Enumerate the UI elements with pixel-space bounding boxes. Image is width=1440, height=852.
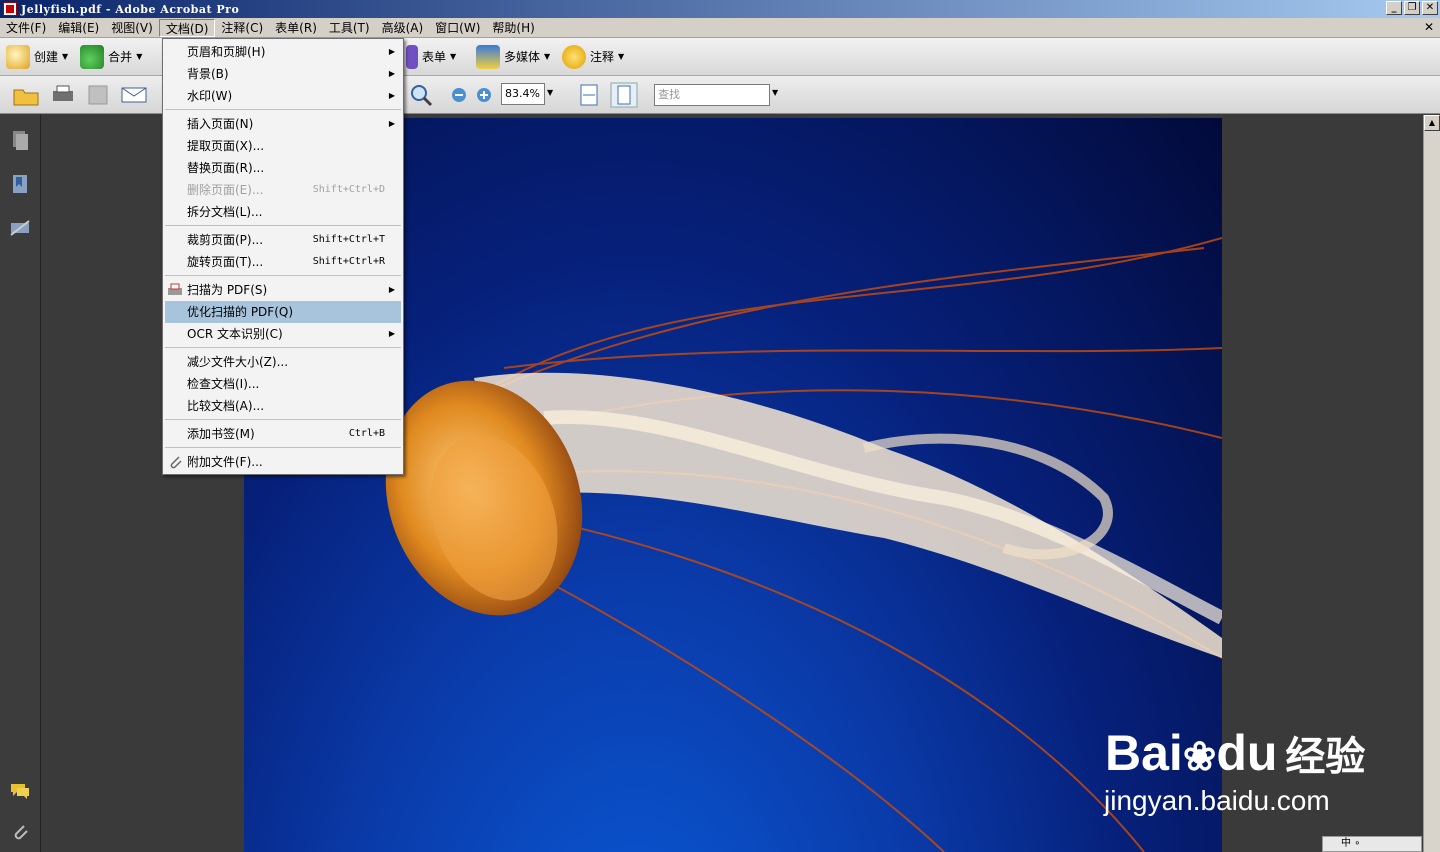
menu-separator — [165, 275, 401, 276]
menu-item-optimize-scanned-pdf[interactable]: 优化扫描的 PDF(Q) — [165, 301, 401, 323]
acrobat-icon — [3, 2, 17, 16]
zoom-input[interactable]: 83.4% — [501, 83, 545, 105]
fit-page-icon[interactable] — [610, 82, 638, 108]
menu-item-background[interactable]: 背景(B) ▶ — [165, 63, 401, 85]
restore-button[interactable]: ❐ — [1404, 1, 1420, 15]
menu-separator — [165, 225, 401, 226]
signatures-icon[interactable] — [9, 217, 31, 239]
submenu-arrow-icon: ▶ — [388, 119, 395, 128]
menu-separator — [165, 347, 401, 348]
search-dropdown-chevron-icon[interactable]: ▼ — [772, 88, 778, 114]
menu-bar: 文件(F) 编辑(E) 视图(V) 文档(D) 注释(C) 表单(R) 工具(T… — [0, 18, 1440, 38]
menu-file[interactable]: 文件(F) — [0, 19, 52, 37]
scroll-up-icon[interactable]: ▲ — [1424, 115, 1440, 131]
menu-view[interactable]: 视图(V) — [105, 19, 159, 37]
menu-item-delete-pages: 删除页面(E)... Shift+Ctrl+D — [187, 183, 385, 197]
chevron-down-icon: ▼ — [618, 52, 625, 61]
document-menu: 页眉和页脚(H) ▶ 背景(B) ▶ 水印(W) ▶ 插入页面(N) ▶ 提取页面(X)… — [162, 38, 404, 475]
menu-item-watermark[interactable]: 水印(W) ▶ — [165, 85, 401, 107]
menu-comment[interactable]: 注释(C) — [215, 19, 269, 37]
menu-item-attach-file[interactable]: 附加文件(F)... — [165, 451, 401, 473]
combine-button[interactable]: 合并 ▼ — [74, 42, 148, 72]
zoom-out-icon[interactable] — [450, 82, 468, 108]
chevron-down-icon: ▼ — [136, 52, 143, 61]
menu-separator — [165, 419, 401, 420]
watermark: Bai❀du 经验 — [1105, 725, 1365, 785]
window-controls: _ ❐ ✕ — [1386, 1, 1438, 15]
menu-item-rotate-pages[interactable]: 旋转页面(T)... Shift+Ctrl+R — [165, 251, 401, 273]
menu-help[interactable]: 帮助(H) — [486, 19, 540, 37]
menu-separator — [165, 109, 401, 110]
close-document-button[interactable]: ✕ — [1424, 20, 1434, 34]
save-icon[interactable] — [86, 82, 110, 108]
menu-item-split-document[interactable]: 拆分文档(L)... — [165, 201, 401, 223]
chevron-down-icon: ▼ — [62, 52, 69, 61]
menu-document[interactable]: 文档(D) — [158, 18, 216, 37]
pages-icon[interactable] — [9, 129, 31, 151]
watermark-brand: Bai — [1105, 725, 1183, 781]
zoom-dropdown-chevron-icon[interactable]: ▼ — [547, 88, 553, 114]
menu-item-ocr[interactable]: OCR 文本识别(C) ▶ — [165, 323, 401, 345]
forms-button[interactable]: 表单 ▼ — [400, 42, 462, 72]
search-input[interactable]: 查找 — [654, 84, 770, 106]
menu-item-crop-pages[interactable]: 裁剪页面(P)... Shift+Ctrl+T — [165, 229, 401, 251]
ime-status-bar[interactable]: 中 ∘ — [1322, 836, 1422, 852]
submenu-arrow-icon: ▶ — [388, 69, 395, 78]
menu-item-reduce-file-size[interactable]: 减少文件大小(Z)... — [165, 351, 401, 373]
comment-icon — [562, 44, 586, 69]
menu-tools[interactable]: 工具(T) — [323, 19, 376, 37]
menu-window[interactable]: 窗口(W) — [429, 19, 486, 37]
watermark-url: jingyan.baidu.com — [1104, 785, 1330, 816]
menu-separator — [165, 447, 401, 448]
attachments-icon[interactable] — [9, 821, 31, 843]
fit-width-icon[interactable] — [578, 82, 600, 108]
print-icon[interactable] — [50, 82, 76, 108]
menu-advanced[interactable]: 高级(A) — [376, 19, 430, 37]
create-button[interactable]: 创建 ▼ — [0, 42, 74, 72]
menu-item-scan-to-pdf[interactable]: 扫描为 PDF(S) ▶ — [165, 279, 401, 301]
navigation-panel — [0, 115, 41, 852]
submenu-arrow-icon: ▶ — [388, 91, 395, 100]
menu-item-add-bookmark[interactable]: 添加书签(M) Ctrl+B — [165, 423, 401, 445]
chevron-down-icon: ▼ — [450, 52, 457, 61]
submenu-arrow-icon: ▶ — [388, 285, 395, 294]
minimize-button[interactable]: _ — [1386, 1, 1402, 15]
menu-item-header-footer[interactable]: 页眉和页脚(H) ▶ — [165, 41, 401, 63]
bookmarks-icon[interactable] — [9, 173, 31, 195]
menu-edit[interactable]: 编辑(E) — [52, 19, 105, 37]
create-icon — [6, 44, 30, 69]
menu-item-extract-pages[interactable]: 提取页面(X)... — [165, 135, 401, 157]
submenu-arrow-icon: ▶ — [388, 329, 395, 338]
open-folder-icon[interactable] — [12, 82, 40, 108]
paw-icon: ❀ — [1182, 735, 1217, 779]
multimedia-icon — [476, 44, 500, 69]
vertical-scrollbar[interactable]: ▲ — [1423, 115, 1440, 852]
zoom-in-icon[interactable] — [475, 82, 493, 108]
email-icon[interactable] — [120, 82, 148, 108]
menu-item-compare-documents[interactable]: 比较文档(A)... — [165, 395, 401, 417]
watermark-brand-suffix: du — [1216, 725, 1278, 781]
scanner-icon — [168, 283, 182, 295]
forms-icon — [406, 44, 418, 69]
comment-button[interactable]: 注释 ▼ — [556, 42, 630, 72]
paperclip-icon — [170, 456, 182, 469]
multimedia-button[interactable]: 多媒体 ▼ — [470, 42, 556, 72]
submenu-arrow-icon: ▶ — [388, 47, 395, 56]
combine-icon — [80, 44, 105, 69]
close-button[interactable]: ✕ — [1422, 1, 1438, 15]
chevron-down-icon: ▼ — [544, 52, 551, 61]
zoom-tool-icon[interactable] — [408, 82, 434, 108]
window-title: Jellyfish.pdf - Adobe Acrobat Pro — [21, 2, 240, 16]
menu-item-insert-pages[interactable]: 插入页面(N) ▶ — [165, 113, 401, 135]
menu-forms[interactable]: 表单(R) — [269, 19, 323, 37]
menu-item-replace-pages[interactable]: 替换页面(R)... — [165, 157, 401, 179]
watermark-brand-cn: 经验 — [1285, 735, 1366, 779]
title-bar: Jellyfish.pdf - Adobe Acrobat Pro _ ❐ ✕ — [0, 0, 1440, 18]
menu-item-examine-document[interactable]: 检查文档(I)... — [165, 373, 401, 395]
comments-icon[interactable] — [9, 780, 31, 802]
